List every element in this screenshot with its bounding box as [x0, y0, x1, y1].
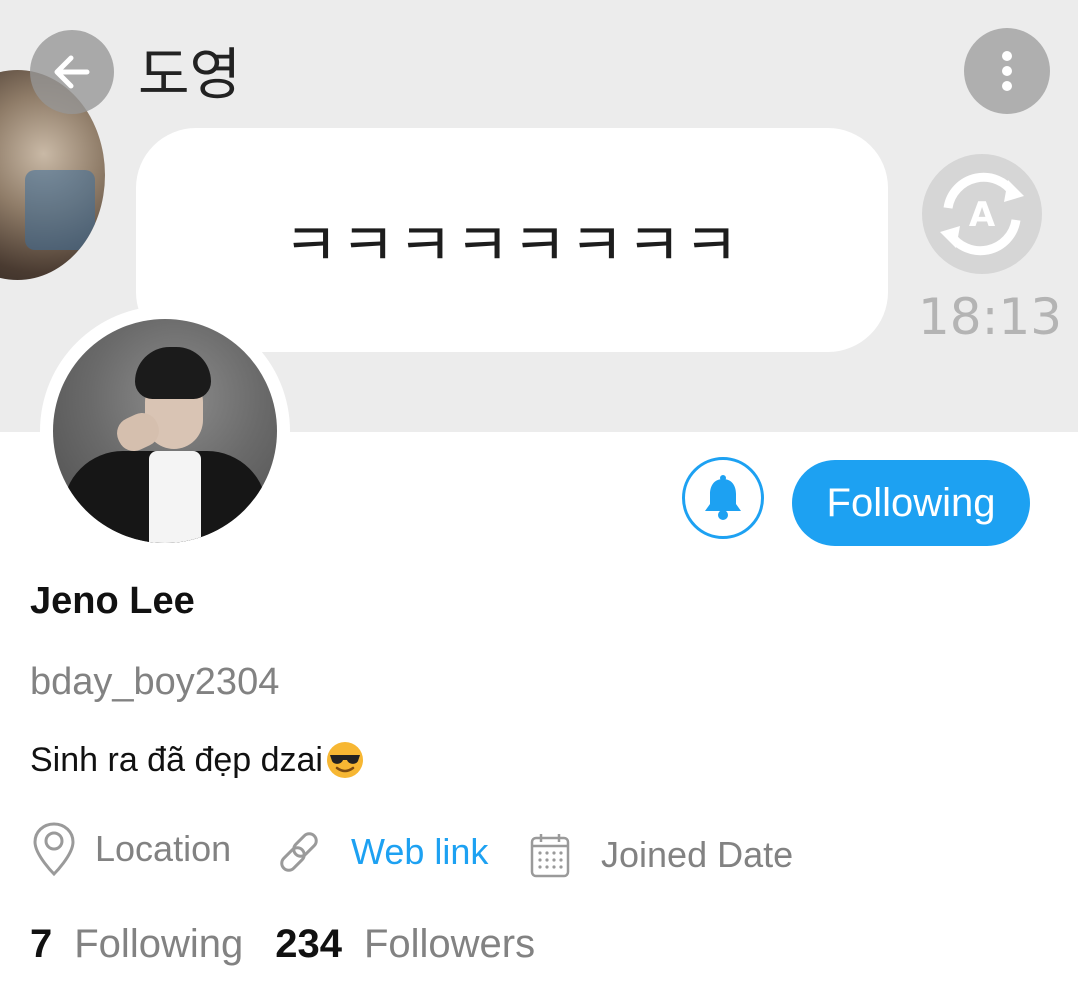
joined-date-item: Joined Date	[530, 832, 793, 878]
bell-icon	[705, 475, 741, 520]
sunglasses-emoji-icon	[326, 742, 363, 778]
more-options-button[interactable]	[964, 28, 1050, 114]
translate-icon: A	[922, 154, 1042, 274]
chat-message-text: ㅋㅋㅋㅋㅋㅋㅋㅋ	[283, 210, 741, 281]
svg-text:A: A	[969, 195, 996, 235]
profile-photo	[53, 319, 277, 543]
bio-text: Sinh ra đã đẹp dzai	[30, 740, 323, 779]
more-vertical-icon	[1002, 51, 1012, 91]
calendar-icon	[530, 834, 570, 878]
notifications-button[interactable]	[682, 457, 764, 539]
chat-timestamp: 18:13	[918, 288, 1063, 346]
location-item: Location	[30, 820, 231, 878]
weblink-item[interactable]: Web link	[276, 828, 488, 876]
back-button[interactable]	[30, 30, 114, 114]
profile-display-name: Jeno Lee	[30, 580, 195, 622]
location-label: Location	[95, 828, 232, 869]
arrow-left-icon	[54, 55, 90, 89]
following-stat-label: Following	[74, 922, 244, 966]
profile-meta-row: Location Web link Joined Date	[0, 820, 1078, 890]
profile-avatar[interactable]	[40, 306, 290, 556]
chat-sender-name: 도영	[138, 43, 242, 108]
profile-stats: 7 Following 234 Followers	[30, 922, 535, 967]
weblink-label[interactable]: Web link	[351, 831, 488, 873]
followers-stat[interactable]: 234 Followers	[275, 922, 535, 967]
following-count: 7	[30, 922, 53, 966]
joined-date-label: Joined Date	[601, 834, 794, 875]
following-button[interactable]: Following	[792, 460, 1030, 546]
profile-bio: Sinh ra đã đẹp dzai	[30, 740, 365, 780]
following-stat[interactable]: 7 Following	[30, 922, 243, 967]
followers-count: 234	[275, 922, 342, 966]
map-pin-icon	[33, 822, 75, 877]
link-icon	[280, 832, 318, 872]
chat-message-bubble: ㅋㅋㅋㅋㅋㅋㅋㅋ	[136, 128, 888, 352]
followers-stat-label: Followers	[363, 922, 536, 966]
profile-username: bday_boy2304	[30, 661, 280, 703]
